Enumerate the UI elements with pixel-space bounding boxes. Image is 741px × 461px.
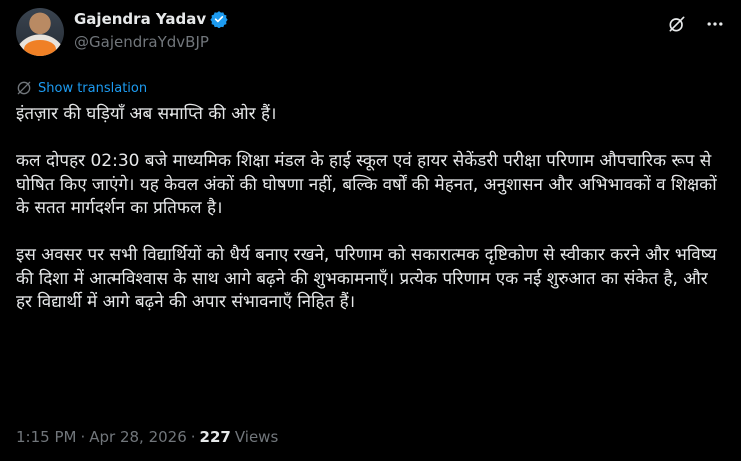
grok-icon[interactable] bbox=[667, 14, 687, 34]
verified-badge-icon[interactable] bbox=[210, 10, 228, 28]
tweet-header: Gajendra Yadav @GajendraYdvBJP bbox=[16, 8, 725, 60]
show-translation-link[interactable]: Show translation bbox=[16, 80, 147, 96]
separator: · bbox=[190, 428, 196, 446]
author-display-name[interactable]: Gajendra Yadav bbox=[74, 10, 206, 28]
tweet-text: इंतज़ार की घड़ियाँ अब समाप्ति की ओर हैं।… bbox=[16, 103, 728, 315]
tweet-meta: 1:15 PM · Apr 28, 2026 · 227 Views bbox=[16, 428, 278, 446]
tweet-time[interactable]: 1:15 PM bbox=[16, 428, 76, 446]
tweet-date[interactable]: Apr 28, 2026 bbox=[89, 428, 187, 446]
globe-icon bbox=[17, 81, 31, 95]
avatar[interactable] bbox=[16, 8, 64, 56]
author-handle[interactable]: @GajendraYdvBJP bbox=[74, 33, 209, 51]
tweet-paragraph: कल दोपहर 02:30 बजे माध्यमिक शिक्षा मंडल … bbox=[16, 151, 723, 218]
show-translation-label[interactable]: Show translation bbox=[38, 81, 147, 96]
separator: · bbox=[80, 428, 86, 446]
tweet-paragraph: इंतज़ार की घड़ियाँ अब समाप्ति की ओर हैं। bbox=[16, 104, 277, 124]
author-name-row: Gajendra Yadav bbox=[74, 10, 228, 28]
views-count[interactable]: 227 bbox=[200, 428, 231, 446]
more-icon[interactable] bbox=[705, 14, 725, 34]
tweet-paragraph: इस अवसर पर सभी विद्यार्थियों को धैर्य बन… bbox=[16, 245, 722, 312]
views-label: Views bbox=[234, 428, 279, 446]
